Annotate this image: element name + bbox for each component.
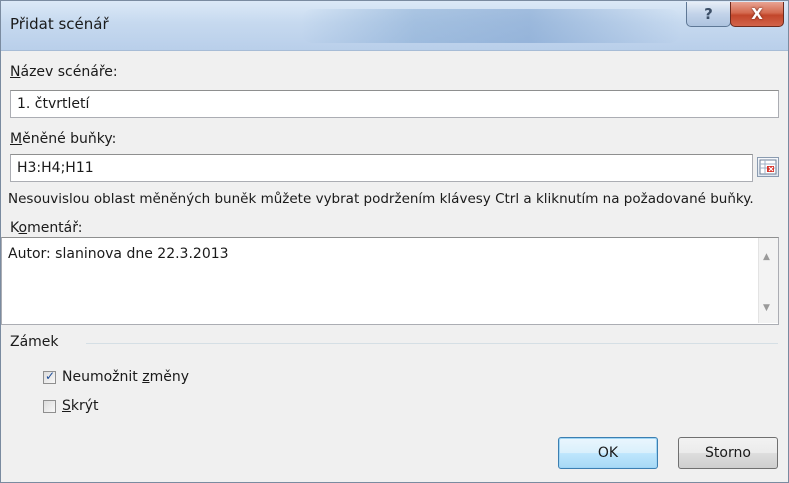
changing-cells-label-rest: ěněné buňky:: [22, 131, 117, 147]
add-scenario-dialog: Přidat scénář ? X Název scénáře: 1. čtvr…: [0, 0, 789, 483]
scenario-name-label: Název scénáře:: [10, 64, 118, 80]
changing-cells-label: Měněné buňky:: [10, 131, 116, 147]
changing-cells-input[interactable]: H3:H4;H11: [10, 154, 753, 182]
title-bar[interactable]: Přidat scénář ? X: [1, 1, 788, 51]
close-button[interactable]: X: [730, 2, 784, 27]
changing-cells-hint: Nesouvislou oblast měněných buněk můžete…: [8, 191, 754, 207]
comment-label: Komentář:: [10, 220, 82, 236]
prevent-changes-checkbox[interactable]: ✓: [43, 369, 56, 384]
help-button[interactable]: ?: [686, 2, 731, 27]
comment-value: Autor: slaninova dne 22.3.2013: [8, 246, 229, 262]
title-bar-glow: [301, 9, 681, 43]
hide-label-accel: S: [62, 398, 71, 414]
ok-button[interactable]: OK: [558, 437, 658, 469]
comment-label-rest: mentář:: [27, 220, 83, 236]
cancel-button[interactable]: Storno: [678, 437, 778, 469]
hide-label-rest: krýt: [70, 398, 99, 414]
comment-textarea[interactable]: Autor: slaninova dne 22.3.2013: [1, 237, 779, 325]
prevent-changes-label-pre: Neumožnit: [62, 369, 143, 385]
close-icon: X: [751, 5, 763, 23]
scroll-down-icon[interactable]: ▼: [763, 303, 770, 313]
comment-scrollbar[interactable]: ▲ ▼: [758, 238, 778, 323]
prevent-changes-label-accel: z: [142, 369, 150, 385]
hide-label[interactable]: Skrýt: [62, 398, 99, 414]
scenario-name-value: 1. čtvrtletí: [17, 96, 90, 112]
prevent-changes-label-rest: měny: [149, 369, 189, 385]
dialog-title: Přidat scénář: [10, 15, 109, 33]
collapse-dialog-button[interactable]: [757, 157, 779, 177]
scenario-name-input[interactable]: 1. čtvrtletí: [10, 90, 779, 118]
comment-label-accel: o: [18, 220, 28, 236]
group-divider: [86, 343, 778, 344]
scroll-up-icon[interactable]: ▲: [763, 252, 770, 262]
checkmark-icon: ✓: [45, 369, 56, 383]
scenario-name-label-rest: ázev scénáře:: [20, 64, 118, 80]
help-icon: ?: [704, 5, 713, 23]
scenario-name-label-accel: N: [10, 64, 21, 80]
range-select-icon: [759, 159, 777, 175]
changing-cells-value: H3:H4;H11: [17, 160, 94, 176]
changing-cells-label-accel: M: [10, 131, 23, 147]
prevent-changes-label[interactable]: Neumožnit změny: [62, 369, 189, 385]
protection-group-label: Zámek: [10, 334, 59, 350]
hide-checkbox[interactable]: [43, 400, 56, 413]
